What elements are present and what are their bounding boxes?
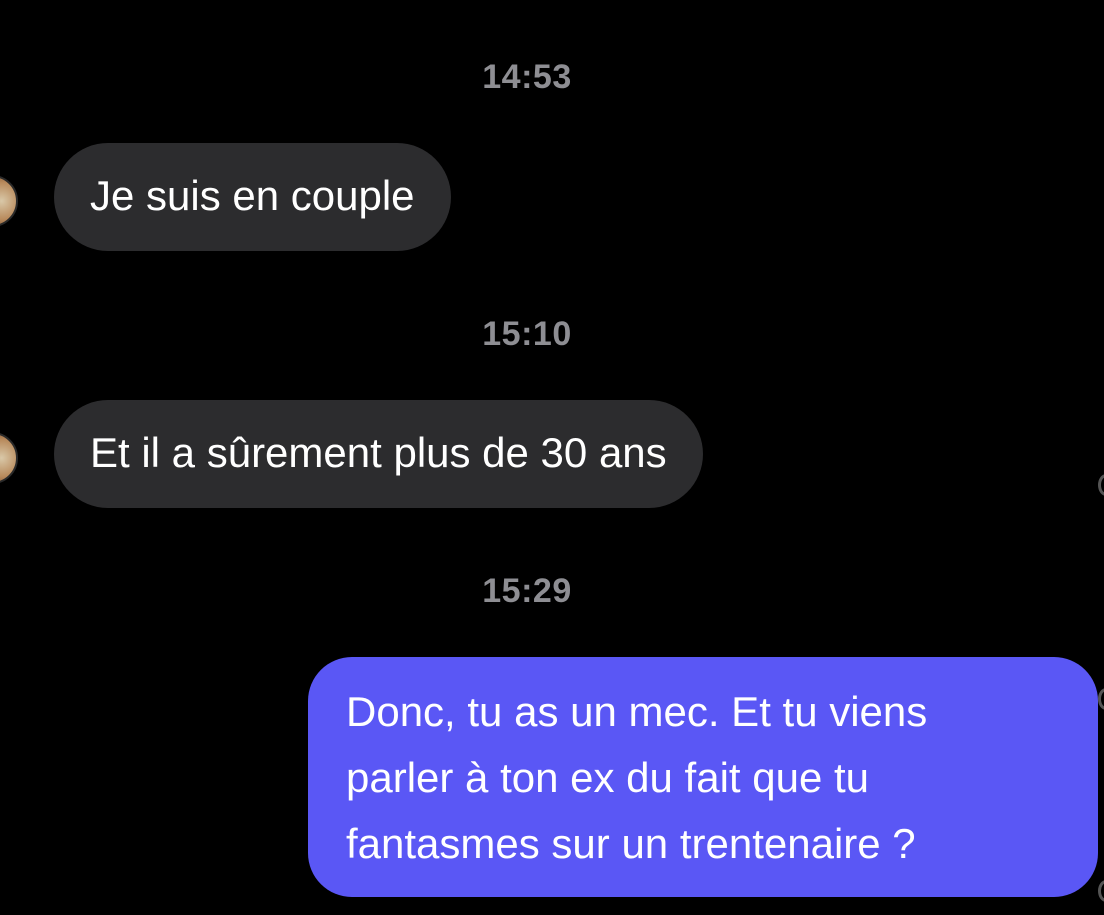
timestamp: 14:53	[482, 58, 572, 96]
message-text: Et il a sûrement plus de 30 ans	[90, 429, 667, 476]
timestamp: 15:29	[482, 572, 572, 610]
message-text-line: fantasmes sur un trentenaire ?	[346, 820, 916, 867]
avatar[interactable]	[0, 432, 18, 484]
reaction-indicator-icon	[1098, 474, 1104, 496]
incoming-message-bubble[interactable]: Et il a sûrement plus de 30 ans	[54, 400, 703, 508]
avatar[interactable]	[0, 175, 18, 227]
timestamp: 15:10	[482, 315, 572, 353]
incoming-message-bubble[interactable]: Je suis en couple	[54, 143, 451, 251]
message-text-line: Donc, tu as un mec. Et tu viens	[346, 688, 928, 735]
reaction-indicator-icon	[1098, 688, 1104, 710]
reaction-indicator-icon	[1098, 880, 1104, 902]
message-text: Je suis en couple	[90, 172, 415, 219]
outgoing-message-bubble[interactable]: Donc, tu as un mec. Et tu viens parler à…	[308, 657, 1098, 897]
message-text-line: parler à ton ex du fait que tu	[346, 754, 870, 801]
